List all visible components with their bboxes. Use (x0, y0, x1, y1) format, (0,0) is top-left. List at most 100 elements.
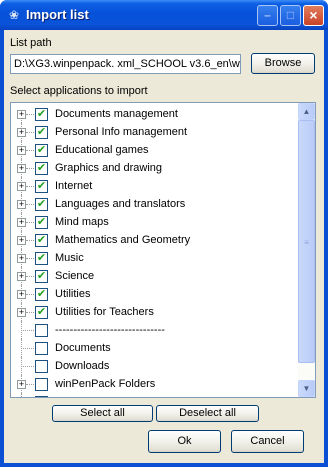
item-checkbox[interactable] (35, 342, 48, 355)
item-checkbox[interactable]: ✔ (35, 198, 48, 211)
item-checkbox[interactable]: ✔ (35, 216, 48, 229)
item-checkbox[interactable]: ✔ (35, 234, 48, 247)
scroll-up-button[interactable]: ▲ (298, 103, 315, 120)
list-item-label: Languages and translators (55, 198, 186, 210)
item-checkbox[interactable]: ✔ (35, 252, 48, 265)
expand-icon[interactable]: + (17, 128, 26, 137)
list-item-label: Personal Info management (55, 126, 188, 138)
checkmark-icon: ✔ (36, 126, 47, 138)
close-icon: × (309, 7, 318, 23)
list-item[interactable]: + ✔ Documents management (11, 105, 298, 123)
applications-list[interactable]: + ✔ Documents management + ✔ Personal Info ma… (10, 102, 316, 398)
deselect-all-button[interactable]: Deselect all (156, 405, 259, 422)
tree-connector (26, 150, 34, 151)
list-item-label: Documents management (55, 108, 178, 120)
item-checkbox[interactable]: ✔ (35, 306, 48, 319)
expand-icon[interactable]: + (17, 236, 26, 245)
list-item[interactable]: + ✔ Graphics and drawing (11, 159, 298, 177)
apps-label: Select applications to import (10, 85, 148, 97)
expand-icon[interactable]: + (17, 164, 26, 173)
item-checkbox[interactable]: ✔ (35, 162, 48, 175)
scroll-down-button[interactable]: ▼ (298, 380, 315, 397)
expand-icon[interactable]: + (17, 182, 26, 191)
checkmark-icon: ✔ (36, 198, 47, 210)
list-item[interactable]: + ✔ Mind maps (11, 213, 298, 231)
expand-icon[interactable]: + (17, 218, 26, 227)
list-item-label: Downloads (55, 360, 110, 372)
list-item-label: Music (55, 252, 84, 264)
list-item[interactable]: + ✔ Internet (11, 177, 298, 195)
checkmark-icon: ✔ (36, 288, 47, 300)
title-bar[interactable]: ❀ Import list – □ × (0, 0, 328, 30)
list-path-label: List path (10, 37, 52, 49)
close-button[interactable]: × (303, 5, 324, 26)
list-item[interactable]: + ✔ Utilities (11, 285, 298, 303)
item-checkbox[interactable]: ✔ (35, 270, 48, 283)
item-checkbox[interactable]: ✔ (35, 180, 48, 193)
expand-icon[interactable]: + (17, 380, 26, 389)
list-item-label: Educational games (55, 144, 149, 156)
expand-icon[interactable]: + (17, 110, 26, 119)
ok-button[interactable]: Ok (148, 430, 221, 453)
tree-connector (26, 222, 34, 223)
list-item[interactable]: + ✔ Utilities for Teachers (11, 303, 298, 321)
list-path-input[interactable]: D:\XG3.winpenpack. xml_SCHOOL v3.6_en\w (10, 54, 241, 74)
checkmark-icon: ✔ (36, 108, 47, 120)
checkmark-icon: ✔ (36, 162, 47, 174)
expand-icon[interactable]: + (17, 200, 26, 209)
tree-connector (26, 258, 34, 259)
tree-connector (26, 240, 34, 241)
expand-icon[interactable]: + (17, 254, 26, 263)
list-item[interactable]: + ✔ Personal Info management (11, 123, 298, 141)
checkmark-icon: ✔ (36, 270, 47, 282)
item-checkbox[interactable]: ✔ (35, 288, 48, 301)
item-checkbox[interactable]: ✔ (35, 108, 48, 121)
tree-connector (21, 366, 34, 367)
item-checkbox[interactable] (35, 324, 48, 337)
maximize-button[interactable]: □ (280, 5, 301, 26)
tree-connector (26, 168, 34, 169)
tree-connector (26, 204, 34, 205)
minimize-button[interactable]: – (257, 5, 278, 26)
select-all-button[interactable]: Select all (52, 405, 153, 422)
scroll-thumb[interactable]: ≡ (298, 120, 315, 363)
list-item[interactable]: +FileZilla Portable 3.0 (11, 393, 298, 397)
vertical-scrollbar[interactable]: ▲ ≡ ▼ (298, 103, 315, 397)
item-checkbox[interactable] (35, 360, 48, 373)
arrow-down-icon: ▼ (302, 384, 311, 393)
cancel-button[interactable]: Cancel (231, 430, 304, 453)
expand-icon[interactable]: + (17, 272, 26, 281)
item-checkbox[interactable]: ✔ (35, 126, 48, 139)
tree-connector (26, 312, 34, 313)
list-item[interactable]: ------------------------------ (11, 321, 298, 339)
checkmark-icon: ✔ (36, 180, 47, 192)
item-checkbox[interactable] (35, 378, 48, 391)
list-item-label: ------------------------------ (55, 324, 165, 336)
browse-button[interactable]: Browse (251, 53, 315, 74)
list-item[interactable]: + ✔ Science (11, 267, 298, 285)
arrow-up-icon: ▲ (302, 107, 311, 116)
tree-connector (26, 186, 34, 187)
list-item[interactable]: Documents (11, 339, 298, 357)
tree-connector (26, 384, 34, 385)
expand-icon[interactable]: + (17, 308, 26, 317)
list-item[interactable]: Downloads (11, 357, 298, 375)
checkmark-icon: ✔ (36, 252, 47, 264)
list-item-label: FileZilla Portable 3.0 (55, 396, 155, 397)
expand-icon[interactable]: + (17, 290, 26, 299)
dialog-body: List path D:\XG3.winpenpack. xml_SCHOOL … (4, 30, 324, 463)
expand-icon[interactable]: + (17, 146, 26, 155)
tree-connector (26, 276, 34, 277)
grip-icon: ≡ (304, 238, 309, 247)
list-item[interactable]: + ✔ Languages and translators (11, 195, 298, 213)
list-item-label: Internet (55, 180, 93, 192)
list-item[interactable]: + ✔ Educational games (11, 141, 298, 159)
list-item[interactable]: + ✔ Music (11, 249, 298, 267)
item-checkbox[interactable]: ✔ (35, 144, 48, 157)
list-item[interactable]: + ✔ Mathematics and Geometry (11, 231, 298, 249)
list-item-label: Science (55, 270, 95, 282)
list-item[interactable]: + winPenPack Folders (11, 375, 298, 393)
tree-connector (26, 294, 34, 295)
item-checkbox[interactable] (35, 396, 48, 397)
window-title: Import list (26, 7, 89, 22)
